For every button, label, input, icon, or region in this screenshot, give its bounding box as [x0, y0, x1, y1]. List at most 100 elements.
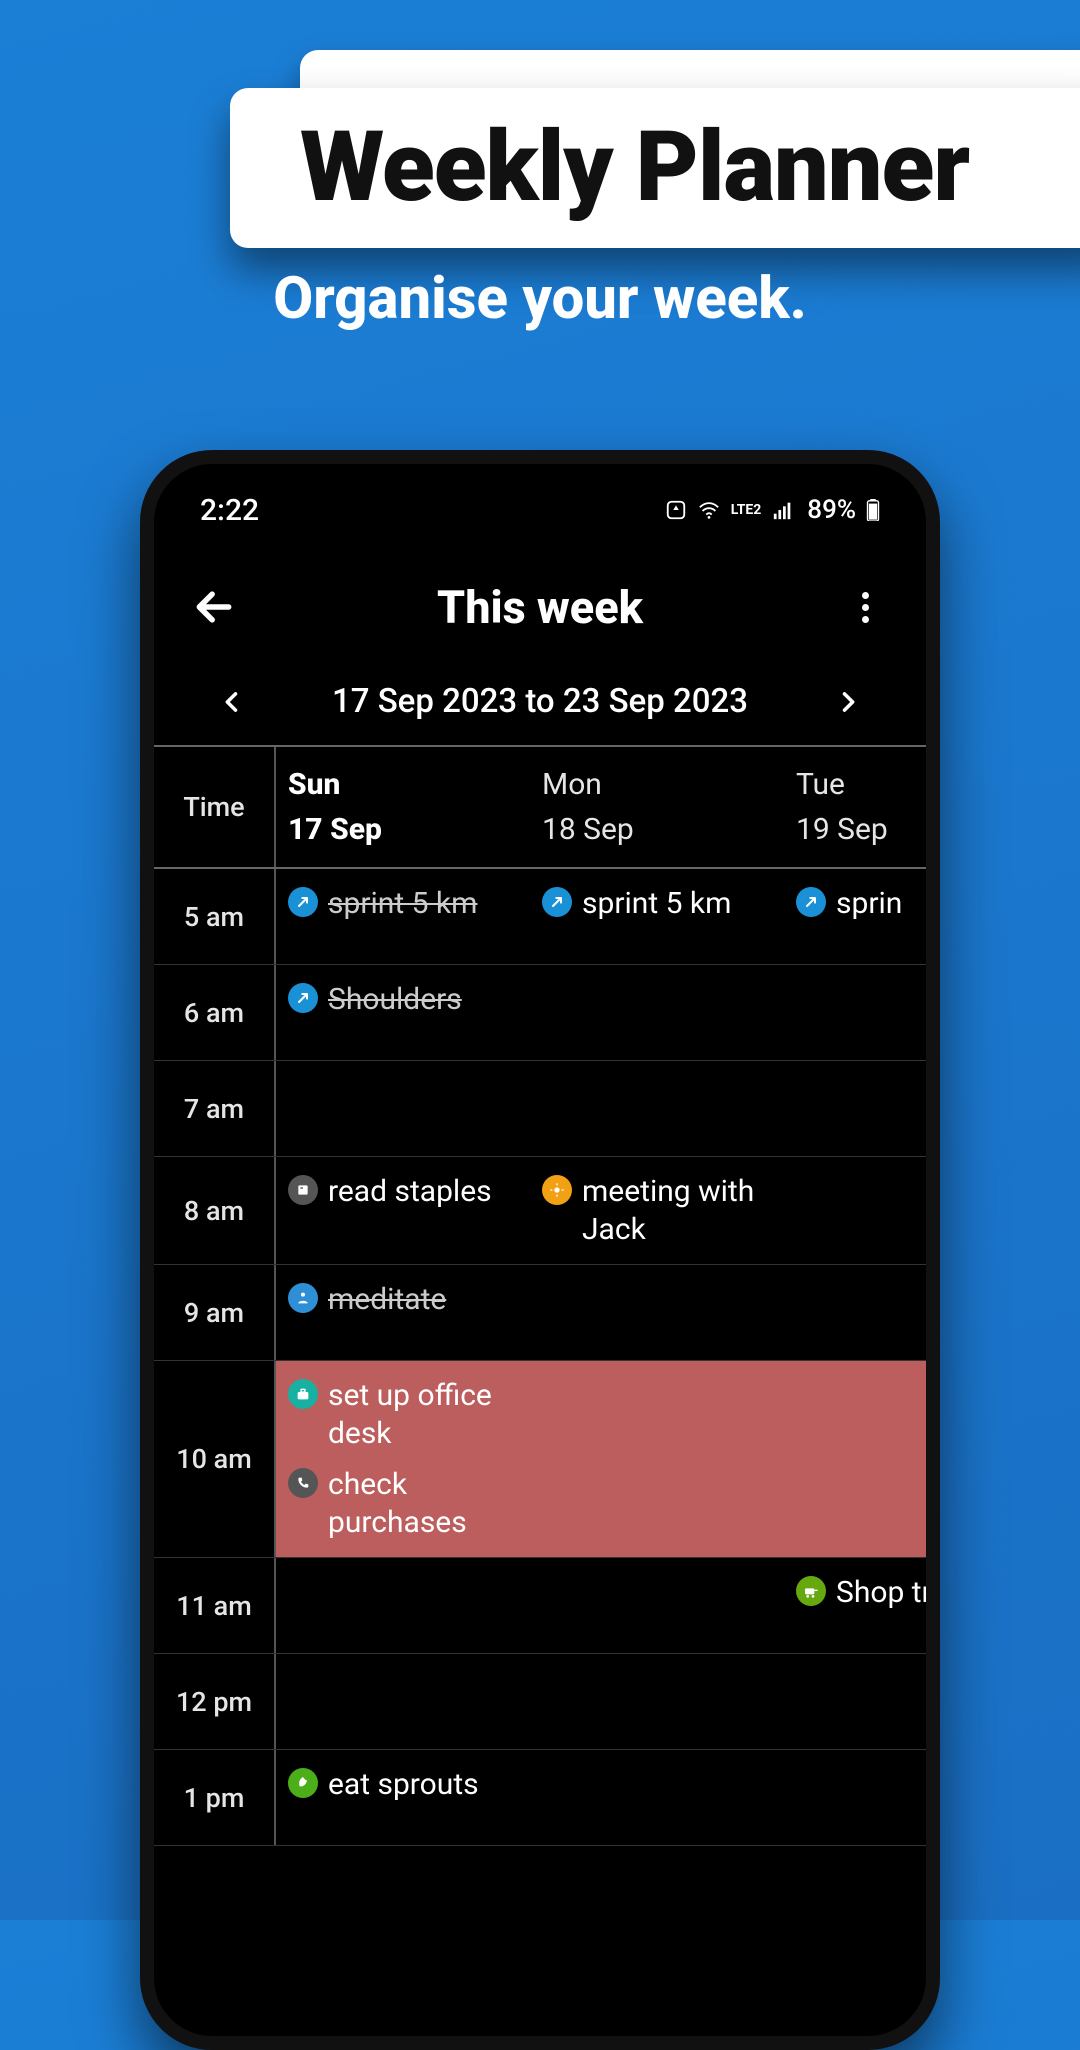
time-label: 10 am	[154, 1361, 276, 1557]
grid-row: 5 amsprint 5 kmsprint 5 kmsprin	[154, 869, 926, 965]
time-label: 12 pm	[154, 1654, 276, 1749]
run-icon	[288, 983, 318, 1013]
grid-cell[interactable]	[530, 1654, 784, 1749]
grid-cell[interactable]: sprin	[784, 869, 940, 964]
more-menu-button[interactable]	[842, 583, 890, 631]
event-item[interactable]: meeting with Jack	[542, 1169, 772, 1252]
run-icon	[288, 887, 318, 917]
grid-cell[interactable]	[530, 1750, 784, 1845]
time-label: 1 pm	[154, 1750, 276, 1845]
grid-cell[interactable]	[530, 1361, 784, 1557]
day-of-week-label: Mon	[542, 767, 772, 802]
day-date-label: 18 Sep	[542, 812, 772, 847]
grid-cell[interactable]	[784, 1157, 940, 1264]
event-text: sprint 5 km	[328, 885, 477, 923]
grid-row: 6 am Shoulders	[154, 965, 926, 1061]
day-column-header[interactable]: Mon 18 Sep	[530, 747, 784, 867]
event-item[interactable]: sprint 5 km	[288, 881, 518, 927]
event-text: Shoulders	[328, 981, 462, 1019]
event-item[interactable]: sprint 5 km	[542, 881, 772, 927]
event-text: sprin	[836, 885, 902, 923]
event-item[interactable]: check purchases	[288, 1462, 518, 1545]
network-label: LTE2	[731, 503, 762, 517]
app-header: This week	[154, 534, 926, 664]
battery-text: 89%	[807, 495, 856, 525]
grid-row: 11 amShop trip	[154, 1558, 926, 1654]
event-text: read staples	[328, 1173, 492, 1211]
event-text: set up office desk	[328, 1377, 518, 1452]
grid-row: 1 pm eat sprouts	[154, 1750, 926, 1846]
grid-header-row: Time Sun17 SepMon18 SepTue19 Sep	[154, 747, 926, 869]
grid-cell[interactable]: set up office desk check purchases	[276, 1361, 530, 1557]
grid-cell[interactable]: eat sprouts	[276, 1750, 530, 1845]
grid-cell[interactable]: meeting with Jack	[530, 1157, 784, 1264]
event-text: eat sprouts	[328, 1766, 479, 1804]
day-of-week-label: Sun	[288, 767, 518, 802]
event-text: meditate	[328, 1281, 446, 1319]
grid-cell[interactable]	[784, 1654, 940, 1749]
grid-cell[interactable]	[784, 1265, 940, 1360]
grid-row: 8 amread staplesmeeting with Jack	[154, 1157, 926, 1265]
leaf-icon	[288, 1768, 318, 1798]
day-column-header[interactable]: Tue 19 Sep	[784, 747, 940, 867]
grid-cell[interactable]	[530, 1558, 784, 1653]
run-icon	[796, 887, 826, 917]
dot-icon	[862, 616, 869, 623]
day-column-header[interactable]: Sun 17 Sep	[276, 747, 530, 867]
phone-frame: 2:22 LTE2 89% This week 17 Sep 2023 to 2…	[140, 450, 940, 2050]
event-item[interactable]: Shoulders	[288, 977, 518, 1023]
grid-cell[interactable]: Shop trip	[784, 1558, 940, 1653]
event-item[interactable]: Shop trip	[796, 1570, 940, 1616]
time-label: 9 am	[154, 1265, 276, 1360]
book-icon	[288, 1175, 318, 1205]
event-text: sprint 5 km	[582, 885, 731, 923]
planner-grid: Time Sun17 SepMon18 SepTue19 Sep 5 amspr…	[154, 745, 926, 1846]
grid-cell[interactable]: sprint 5 km	[276, 869, 530, 964]
time-label: 6 am	[154, 965, 276, 1060]
chevron-right-icon	[834, 688, 862, 716]
grid-cell[interactable]	[276, 1061, 530, 1156]
grid-cell[interactable]	[276, 1558, 530, 1653]
grid-cell[interactable]	[784, 1750, 940, 1845]
grid-cell[interactable]	[276, 1654, 530, 1749]
event-text: check purchases	[328, 1466, 518, 1541]
chevron-left-icon	[218, 688, 246, 716]
signal-icon	[771, 499, 795, 521]
event-item[interactable]: eat sprouts	[288, 1762, 518, 1808]
phone-button	[140, 894, 144, 1004]
back-button[interactable]	[190, 583, 238, 631]
briefcase-icon	[288, 1379, 318, 1409]
wifi-icon	[697, 499, 721, 521]
day-date-label: 17 Sep	[288, 812, 518, 847]
recycle-icon	[665, 499, 687, 521]
grid-cell[interactable]	[530, 1061, 784, 1156]
grid-cell[interactable]	[784, 965, 940, 1060]
status-bar: 2:22 LTE2 89%	[154, 464, 926, 534]
arrow-left-icon	[192, 585, 236, 629]
event-item[interactable]: meditate	[288, 1277, 518, 1323]
grid-cell[interactable]: Shoulders	[276, 965, 530, 1060]
run-icon	[542, 887, 572, 917]
grid-cell[interactable]	[784, 1361, 940, 1557]
grid-cell[interactable]	[530, 1265, 784, 1360]
grid-cell[interactable]: sprint 5 km	[530, 869, 784, 964]
event-item[interactable]: sprin	[796, 881, 940, 927]
date-range-label[interactable]: 17 Sep 2023 to 23 Sep 2023	[332, 682, 748, 721]
event-item[interactable]: read staples	[288, 1169, 518, 1215]
grid-cell[interactable]	[530, 965, 784, 1060]
time-label: 7 am	[154, 1061, 276, 1156]
next-week-button[interactable]	[830, 684, 866, 720]
prev-week-button[interactable]	[214, 684, 250, 720]
day-of-week-label: Tue	[796, 767, 940, 802]
promo-subtitle: Organise your week.	[0, 265, 1080, 333]
battery-icon	[866, 499, 880, 521]
grid-cell[interactable]: read staples	[276, 1157, 530, 1264]
phone-icon	[288, 1468, 318, 1498]
event-item[interactable]: set up office desk	[288, 1373, 518, 1456]
cart-icon	[796, 1576, 826, 1606]
day-date-label: 19 Sep	[796, 812, 940, 847]
time-label: 11 am	[154, 1558, 276, 1653]
grid-row: 7 am	[154, 1061, 926, 1157]
grid-cell[interactable]: meditate	[276, 1265, 530, 1360]
grid-cell[interactable]	[784, 1061, 940, 1156]
